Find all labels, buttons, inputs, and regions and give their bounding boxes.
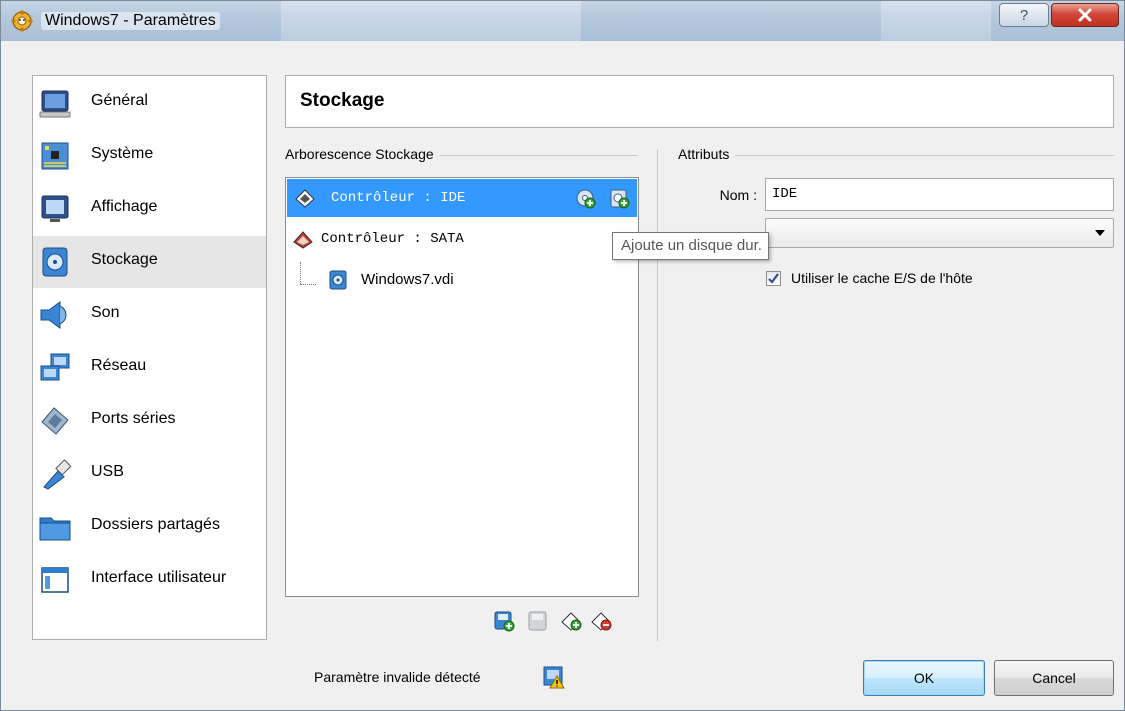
- virtualbox-gear-icon: [11, 10, 33, 32]
- nav-item-serial-ports[interactable]: Ports séries: [33, 395, 266, 447]
- add-hard-disk-icon[interactable]: [608, 187, 630, 209]
- sata-controller-icon: [293, 231, 313, 249]
- folder-icon: [39, 517, 71, 541]
- tree-item-disk[interactable]: Windows7.vdi: [287, 261, 637, 299]
- close-icon: [1078, 8, 1092, 22]
- display-icon: [41, 195, 69, 222]
- panel-separator: [657, 149, 658, 641]
- page-header: Stockage: [285, 75, 1114, 128]
- group-divider: [677, 155, 1114, 156]
- title-bar-glass: [281, 1, 581, 41]
- page-title: Stockage: [300, 90, 385, 111]
- nav-label: Son: [91, 304, 120, 321]
- speaker-icon: [40, 301, 67, 329]
- ok-button[interactable]: OK: [863, 660, 985, 696]
- nav-item-display[interactable]: Affichage: [33, 183, 266, 235]
- nav-item-user-interface[interactable]: Interface utilisateur: [33, 554, 266, 606]
- storage-disk-icon: [42, 247, 68, 277]
- help-button[interactable]: ?: [999, 3, 1049, 27]
- nav-label: Ports séries: [91, 410, 176, 427]
- remove-controller-icon[interactable]: [591, 610, 613, 632]
- ide-controller-icon: [295, 189, 315, 208]
- network-icon: [40, 353, 70, 381]
- nav-item-general[interactable]: Général: [33, 77, 266, 129]
- nav-label: Interface utilisateur: [91, 569, 227, 586]
- nav-item-storage[interactable]: Stockage: [33, 236, 266, 288]
- warning-icon[interactable]: [542, 665, 566, 689]
- nav-label: Réseau: [91, 357, 147, 374]
- add-attachment-icon[interactable]: [493, 610, 515, 632]
- tree-guide-line: [300, 262, 301, 284]
- add-controller-icon[interactable]: [561, 610, 583, 632]
- nav-item-sound[interactable]: Son: [33, 289, 266, 341]
- tree-item-label: Windows7.vdi: [361, 271, 454, 288]
- remove-attachment-icon[interactable]: [527, 610, 549, 632]
- nav-label: Général: [91, 92, 148, 109]
- hard-disk-icon: [329, 270, 347, 290]
- tree-guide-line: [300, 284, 316, 285]
- nav-item-usb[interactable]: USB: [33, 448, 266, 500]
- chevron-down-icon: [1095, 230, 1105, 236]
- window-icon: [41, 567, 69, 593]
- svg-text:?: ?: [1020, 7, 1028, 23]
- tree-item-label: Contrôleur : SATA: [321, 231, 464, 247]
- nav-label: Affichage: [91, 198, 158, 215]
- close-button[interactable]: [1051, 3, 1119, 27]
- settings-nav: Général Système Affichage Stockage Son R…: [32, 75, 267, 640]
- title-bar[interactable]: Windows7 - Paramètres ?: [1, 1, 1124, 41]
- storage-tree[interactable]: Contrôleur : IDE Contrôleur : SATA Windo…: [285, 177, 639, 597]
- host-io-cache-label: Utiliser le cache E/S de l'hôte: [791, 270, 973, 286]
- title-bar-glass: [881, 1, 991, 41]
- nav-item-shared-folders[interactable]: Dossiers partagés: [33, 501, 266, 553]
- serial-port-icon: [41, 407, 69, 435]
- nav-label: Système: [91, 145, 154, 162]
- host-io-cache-checkbox[interactable]: [766, 271, 781, 286]
- monitor-icon: [39, 90, 71, 118]
- storage-tree-group-title: Arborescence Stockage: [285, 146, 440, 162]
- add-cd-icon[interactable]: [574, 187, 596, 209]
- tooltip: Ajoute un disque dur.: [612, 232, 769, 260]
- settings-window: Windows7 - Paramètres ? Général Système …: [0, 0, 1125, 711]
- tree-item-sata-controller[interactable]: Contrôleur : SATA: [287, 220, 637, 258]
- tree-item-label: Contrôleur : IDE: [331, 190, 466, 206]
- checkmark-icon: [768, 273, 779, 284]
- name-input[interactable]: IDE: [765, 178, 1114, 211]
- usb-icon: [43, 459, 72, 490]
- controller-type-select[interactable]: [765, 218, 1114, 248]
- nav-label: USB: [91, 463, 124, 480]
- name-label: Nom :: [719, 187, 757, 203]
- cancel-button[interactable]: Cancel: [994, 660, 1114, 696]
- tree-item-ide-controller[interactable]: Contrôleur : IDE: [287, 179, 637, 217]
- motherboard-icon: [41, 142, 69, 170]
- nav-label: Dossiers partagés: [91, 516, 220, 533]
- nav-label: Stockage: [91, 251, 158, 268]
- nav-item-network[interactable]: Réseau: [33, 342, 266, 394]
- window-title: Windows7 - Paramètres: [41, 12, 220, 30]
- validation-status: Paramètre invalide détecté: [314, 669, 481, 685]
- nav-item-system[interactable]: Système: [33, 130, 266, 182]
- attributes-group-title: Attributs: [678, 146, 736, 162]
- question-mark-icon: ?: [1020, 7, 1028, 23]
